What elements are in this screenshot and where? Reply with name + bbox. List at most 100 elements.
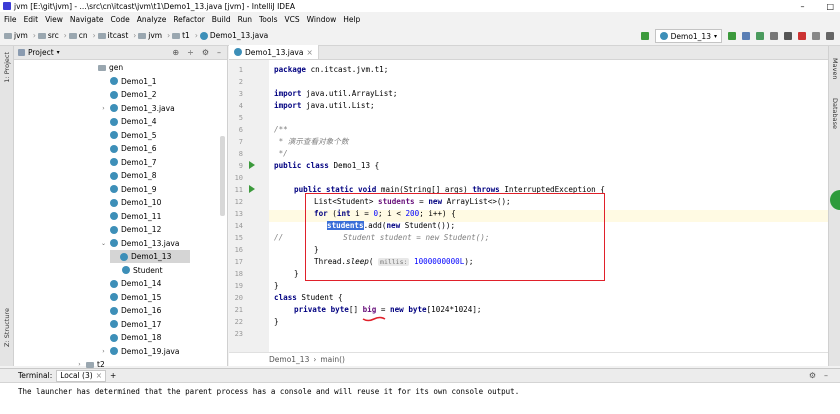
menu-help[interactable]: Help <box>343 15 360 24</box>
gear-icon[interactable]: ⚙ <box>202 48 209 57</box>
class-icon <box>110 239 118 247</box>
database-tool-tab[interactable]: Database <box>831 98 839 129</box>
menu-code[interactable]: Code <box>111 15 130 24</box>
breadcrumb-jvm[interactable]: jvm <box>4 31 28 40</box>
structure-icon[interactable] <box>812 32 820 40</box>
debug-icon[interactable] <box>742 32 750 40</box>
tree-item[interactable]: gen <box>88 61 123 74</box>
tree-item[interactable]: Demo1_12 <box>100 223 161 236</box>
breadcrumb-file[interactable]: Demo1_13.java <box>199 31 268 40</box>
tree-item[interactable]: Demo1_10 <box>100 196 161 209</box>
editor-breadcrumb: Demo1_13 › main() <box>229 352 828 366</box>
run-config-select[interactable]: Demo1_13 ▾ <box>654 29 722 43</box>
menu-file[interactable]: File <box>4 15 17 24</box>
code-line-18: } <box>294 269 299 278</box>
tree-item[interactable]: Demo1_2 <box>100 88 157 101</box>
run-icon[interactable] <box>728 32 736 40</box>
gear-icon[interactable]: ⚙ <box>809 371 816 380</box>
tree-item[interactable]: › Demo1_3.java <box>100 102 174 115</box>
tree-item[interactable]: Demo1_17 <box>100 318 161 331</box>
tree-item[interactable]: Demo1_11 <box>100 210 161 223</box>
hide-icon[interactable]: – <box>824 371 828 380</box>
maven-tool-tab[interactable]: Maven <box>831 58 839 80</box>
new-terminal-button[interactable]: + <box>110 371 116 380</box>
breadcrumb-itcast[interactable]: itcast <box>97 31 128 40</box>
line-number: 12 <box>234 198 243 206</box>
project-tool-tab[interactable]: 1: Project <box>3 52 11 83</box>
project-scrollbar[interactable] <box>220 136 225 216</box>
tree-item[interactable]: Demo1_18 <box>100 331 161 344</box>
code-area[interactable]: package cn.itcast.jvm.t1; import java.ut… <box>269 60 828 352</box>
breadcrumb-src[interactable]: src <box>37 31 59 40</box>
expand-arrow-icon[interactable]: › <box>100 348 107 355</box>
menu-analyze[interactable]: Analyze <box>137 15 167 24</box>
expand-arrow-icon[interactable]: › <box>76 361 83 368</box>
tree-item[interactable]: Demo1_14 <box>100 277 161 290</box>
menu-navigate[interactable]: Navigate <box>70 15 104 24</box>
line-number: 23 <box>234 330 243 338</box>
expand-arrow-icon[interactable]: › <box>100 105 107 112</box>
terminal-tab-local[interactable]: Local (3) × <box>56 369 106 382</box>
search-icon[interactable] <box>826 32 834 40</box>
code-line-7: * 演示查看对象个数 <box>274 137 349 146</box>
menu-build[interactable]: Build <box>212 15 231 24</box>
breadcrumb-cn[interactable]: cn <box>68 31 88 40</box>
terminal-output[interactable]: The launcher has determined that the par… <box>18 387 519 396</box>
tree-item[interactable]: Student <box>112 264 163 277</box>
class-icon <box>110 198 118 207</box>
menu-tools[interactable]: Tools <box>259 15 277 24</box>
tree-item-label: Demo1_13.java <box>121 238 180 248</box>
tree-item[interactable]: Demo1_13 <box>110 250 190 263</box>
menu-vcs[interactable]: VCS <box>284 15 299 24</box>
breadcrumb-jvm-pkg[interactable]: jvm <box>138 31 162 40</box>
attach-icon[interactable] <box>784 32 792 40</box>
tree-item[interactable]: Demo1_1 <box>100 75 157 88</box>
class-icon <box>110 158 118 166</box>
run-class-icon[interactable] <box>249 161 255 169</box>
minimize-button[interactable]: – <box>800 2 804 11</box>
menu-view[interactable]: View <box>45 15 63 24</box>
tree-item[interactable]: Demo1_6 <box>100 142 157 155</box>
class-icon <box>110 90 118 99</box>
crumb-class[interactable]: Demo1_13 <box>269 355 309 364</box>
tree-item[interactable]: Demo1_5 <box>100 129 157 142</box>
line-number: 8 <box>238 150 243 158</box>
menu-refactor[interactable]: Refactor <box>173 15 204 24</box>
tree-item[interactable]: Demo1_7 <box>100 156 157 169</box>
stop-icon[interactable] <box>798 32 806 40</box>
tree-item[interactable]: ⌄ Demo1_13.java <box>100 237 179 250</box>
project-panel-title[interactable]: Project <box>28 48 54 57</box>
close-icon[interactable]: × <box>306 48 312 57</box>
menu-edit[interactable]: Edit <box>24 15 39 24</box>
maximize-button[interactable]: □ <box>826 2 834 11</box>
tree-item[interactable]: Demo1_9 <box>100 183 157 196</box>
breadcrumb-t1[interactable]: t1 <box>172 31 190 40</box>
structure-tool-tab[interactable]: Z: Structure <box>3 308 11 347</box>
window-controls: – □ <box>800 0 834 12</box>
run-method-icon[interactable] <box>249 185 255 193</box>
folder-icon <box>37 32 46 39</box>
tree-item[interactable]: Demo1_8 <box>100 169 157 182</box>
collapse-icon[interactable]: ÷ <box>187 48 194 57</box>
terminal-label: Terminal: <box>18 371 53 380</box>
menu-window[interactable]: Window <box>307 15 337 24</box>
tree-item[interactable]: Demo1_15 <box>100 291 161 304</box>
tree-item[interactable]: Demo1_16 <box>100 304 161 317</box>
tree-item-label: Demo1_15 <box>121 292 162 302</box>
profile-icon[interactable] <box>770 32 778 40</box>
expand-arrow-icon[interactable]: ⌄ <box>100 240 107 247</box>
tree-item[interactable]: Demo1_4 <box>100 115 157 128</box>
close-icon[interactable]: × <box>96 371 102 380</box>
tree-item-label: Demo1_14 <box>121 279 162 288</box>
coverage-icon[interactable] <box>756 32 764 40</box>
class-icon <box>110 293 118 301</box>
left-tool-strip: 1: Project Z: Structure <box>0 46 14 366</box>
hammer-icon[interactable] <box>640 32 649 40</box>
sync-icon[interactable]: ⊕ <box>172 48 179 57</box>
hide-icon[interactable]: – <box>217 48 221 57</box>
tree-item[interactable]: › Demo1_19.java <box>100 345 179 358</box>
menu-run[interactable]: Run <box>238 15 252 24</box>
editor-tab-demo1-13[interactable]: Demo1_13.java × <box>229 45 319 59</box>
crumb-method[interactable]: main() <box>320 355 345 364</box>
folder-icon <box>4 32 12 39</box>
